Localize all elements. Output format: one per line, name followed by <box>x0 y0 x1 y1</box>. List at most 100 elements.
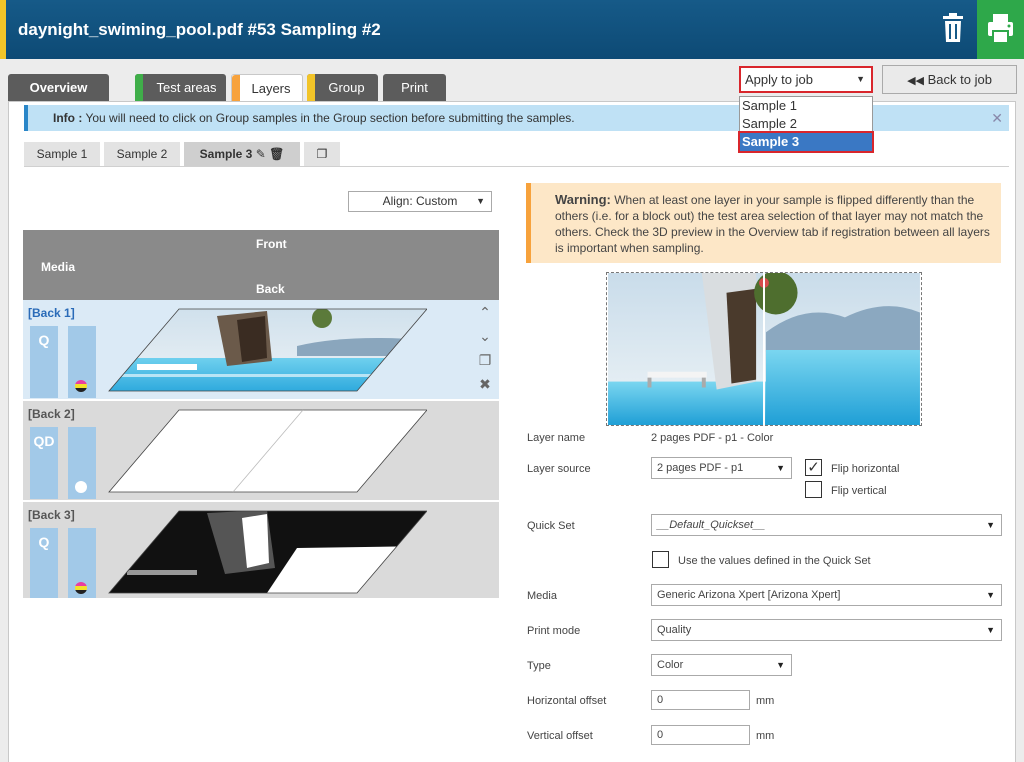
use-quickset-values-label: Use the values defined in the Quick Set <box>678 555 871 567</box>
edit-icon[interactable]: ✎ <box>256 147 266 161</box>
sample-tab-1[interactable]: Sample 1 <box>24 142 100 166</box>
white-ink-swatch-icon <box>75 481 87 493</box>
dropdown-option-sample-1[interactable]: Sample 1 <box>740 97 872 115</box>
chevron-down-icon: ▼ <box>776 660 785 670</box>
layer-source-select[interactable]: 2 pages PDF - p1 ▼ <box>651 457 792 479</box>
layer-source-value: 2 pages PDF - p1 <box>657 462 744 474</box>
warning-banner: Warning: When at least one layer in your… <box>526 183 1001 263</box>
chevron-down-icon: ▼ <box>856 74 865 84</box>
tab-label: Print <box>401 80 428 95</box>
print-mode-label: Print mode <box>527 625 581 637</box>
vertical-offset-unit: mm <box>756 730 775 742</box>
type-select[interactable]: Color ▼ <box>651 654 792 676</box>
layer-thumbnail <box>108 510 427 594</box>
layer-name: [Back 1] <box>28 306 75 320</box>
trash-icon[interactable] <box>940 13 966 43</box>
dropdown-option-sample-3[interactable]: Sample 3 <box>738 131 874 153</box>
main-panel: Info : You will need to click on Group s… <box>8 101 1016 762</box>
warning-text: When at least one layer in your sample i… <box>555 193 990 255</box>
info-prefix: Info : <box>53 111 83 125</box>
align-select[interactable]: Align: Custom ▼ <box>348 191 492 212</box>
layer-name: [Back 3] <box>28 508 75 522</box>
tab-indicator <box>232 75 240 102</box>
tab-overview[interactable]: Overview <box>8 74 109 101</box>
sample-tab-divider <box>24 166 1009 167</box>
sample-tab-3[interactable]: Sample 3 ✎ 🗑 <box>184 142 300 166</box>
chevron-up-icon[interactable]: ⌃ <box>477 304 493 321</box>
media-select[interactable]: Generic Arizona Xpert [Arizona Xpert] ▼ <box>651 584 1002 606</box>
tab-label: Overview <box>29 80 88 95</box>
printer-icon <box>988 14 1013 44</box>
media-label: Media <box>527 590 557 602</box>
flip-vertical-label: Flip vertical <box>831 485 887 497</box>
sample-tab-label: Sample 2 <box>116 147 168 161</box>
tab-indicator <box>307 74 315 101</box>
info-text: You will need to click on Group samples … <box>85 111 575 125</box>
chevron-down-icon: ▼ <box>776 463 785 473</box>
cmyk-swatch-icon <box>75 380 87 392</box>
trash-icon[interactable]: 🗑 <box>269 147 284 161</box>
quick-set-select[interactable]: __Default_Quickset__ ▼ <box>651 514 1002 536</box>
print-mode-value: Quality <box>657 624 692 636</box>
layer-table-header: Front Media Back <box>23 230 499 300</box>
print-mode-select[interactable]: Quality ▼ <box>651 619 1002 641</box>
quick-set-value: __Default_Quickset__ <box>657 519 766 531</box>
chevron-down-icon: ▼ <box>986 625 995 635</box>
tab-layers[interactable]: Layers <box>231 74 303 102</box>
layer-preview-image <box>606 272 922 426</box>
type-label: Type <box>527 660 551 672</box>
layer-row-back-2[interactable]: [Back 2] QD <box>23 401 499 501</box>
close-icon[interactable]: ✕ <box>991 105 1003 131</box>
dropdown-option-sample-2[interactable]: Sample 2 <box>740 115 872 133</box>
layer-source-label: Layer source <box>527 463 591 475</box>
page-title: daynight_swiming_pool.pdf #53 Sampling #… <box>18 20 381 39</box>
flip-horizontal-checkbox[interactable]: ✓ <box>805 459 822 476</box>
back-label: Back to job <box>927 72 992 87</box>
horizontal-offset-input[interactable]: 0 <box>651 690 750 710</box>
layer-row-back-3[interactable]: [Back 3] Q <box>23 502 499 599</box>
horizontal-offset-unit: mm <box>756 695 775 707</box>
media-label: Media <box>41 260 76 274</box>
tab-print[interactable]: Print <box>383 74 446 101</box>
type-value: Color <box>657 659 684 671</box>
apply-to-job-select[interactable]: Apply to job ▼ <box>739 66 873 93</box>
layer-row-back-1[interactable]: [Back 1] Q ⌃ ⌄ ❐ ✖ <box>23 300 499 400</box>
chevron-down-icon: ▼ <box>986 590 995 600</box>
vertical-offset-input[interactable]: 0 <box>651 725 750 745</box>
tab-label: Layers <box>251 81 291 96</box>
layer-thumbnail <box>108 308 427 392</box>
copy-icon: ❐ <box>316 147 328 161</box>
tab-test-areas[interactable]: Test areas <box>135 74 226 101</box>
duplicate-sample-button[interactable]: ❐ <box>304 142 340 166</box>
print-mode-badge: Q <box>30 528 58 598</box>
app-header: daynight_swiming_pool.pdf #53 Sampling #… <box>0 0 1024 59</box>
horizontal-offset-label: Horizontal offset <box>527 695 607 707</box>
use-quickset-values-checkbox[interactable] <box>652 551 669 568</box>
chevron-down-icon: ▼ <box>986 520 995 530</box>
print-button[interactable] <box>977 0 1024 59</box>
quick-set-label: Quick Set <box>527 520 575 532</box>
flip-vertical-checkbox[interactable] <box>805 481 822 498</box>
chevron-down-icon: ▼ <box>476 196 485 206</box>
layer-name-label: Layer name <box>527 432 586 444</box>
sample-tab-label: Sample 3 <box>199 147 253 161</box>
close-icon[interactable]: ✖ <box>477 376 493 393</box>
print-mode-badge: Q <box>30 326 58 398</box>
back-to-job-button[interactable]: ◀◀ Back to job <box>882 65 1017 94</box>
back-label: Back <box>256 282 285 296</box>
chevron-down-icon[interactable]: ⌄ <box>477 328 493 345</box>
apply-dropdown-menu: Sample 1 Sample 2 Sample 3 <box>738 96 874 153</box>
flip-horizontal-label: Flip horizontal <box>831 463 900 475</box>
tab-indicator <box>135 74 143 101</box>
rewind-icon: ◀◀ <box>907 75 924 87</box>
header-accent <box>0 0 6 59</box>
sample-tab-label: Sample 1 <box>36 147 88 161</box>
warning-title: Warning: <box>555 192 611 207</box>
layer-name-value: 2 pages PDF - p1 - Color <box>651 432 774 444</box>
copy-icon[interactable]: ❐ <box>477 352 493 369</box>
tab-group[interactable]: Group <box>307 74 378 101</box>
print-mode-badge: QD <box>30 427 58 499</box>
sample-tab-2[interactable]: Sample 2 <box>104 142 180 166</box>
cmyk-swatch-icon <box>75 582 87 594</box>
tab-label: Test areas <box>156 80 217 95</box>
